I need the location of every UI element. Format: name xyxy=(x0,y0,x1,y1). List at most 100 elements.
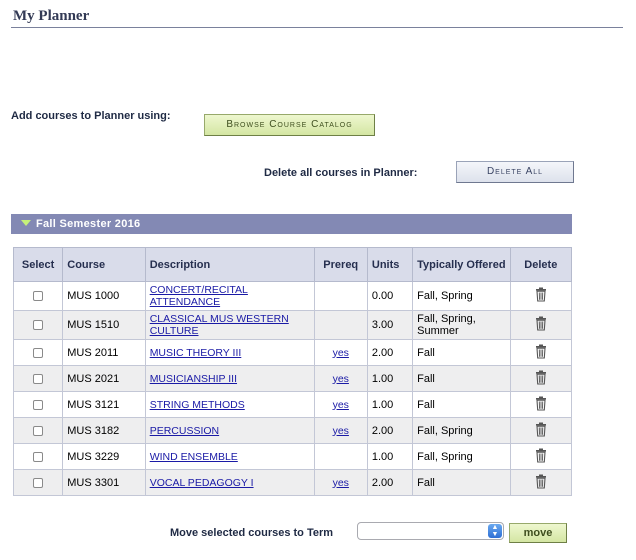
select-cell xyxy=(12,310,64,340)
typically-offered-value: Fall, Spring xyxy=(412,417,511,444)
select-checkbox[interactable] xyxy=(33,425,44,436)
course-description-link[interactable]: VOCAL PEDAGOGY I xyxy=(150,477,254,489)
triangle-down-icon[interactable] xyxy=(21,220,31,226)
table-header-row: Select Course Description Prereq Units T… xyxy=(12,247,573,282)
semester-header[interactable]: Fall Semester 2016 xyxy=(11,214,572,234)
course-description-link[interactable]: PERCUSSION xyxy=(150,425,219,437)
description-cell: MUSICIANSHIP III xyxy=(144,365,315,392)
delete-cell xyxy=(509,469,573,496)
typically-offered-value: Fall xyxy=(412,469,511,496)
header-prereq: Prereq xyxy=(313,247,368,282)
description-cell: WIND ENSEMBLE xyxy=(144,443,315,470)
typically-offered-value: Fall xyxy=(412,365,511,392)
description-cell: CONCERT/RECITAL ATTENDANCE xyxy=(144,281,315,311)
move-button[interactable]: move xyxy=(509,523,567,543)
select-checkbox[interactable] xyxy=(33,291,44,302)
term-select[interactable]: ▲ ▼ xyxy=(357,522,504,540)
units-value: 0.00 xyxy=(366,281,414,311)
header-course: Course xyxy=(62,247,146,282)
table-row: MUS 1000 CONCERT/RECITAL ATTENDANCE 0.00 Fa… xyxy=(12,281,573,311)
units-value: 1.00 xyxy=(366,443,414,470)
trash-icon[interactable] xyxy=(535,344,547,362)
typically-offered-value: Fall, Spring xyxy=(412,443,511,470)
prereq-link[interactable]: yes xyxy=(333,347,349,359)
header-description: Description xyxy=(144,247,315,282)
table-row: MUS 3182 PERCUSSION yes 2.00 Fall, Spring xyxy=(12,417,573,444)
course-description-link[interactable]: CLASSICAL MUS WESTERN CULTURE xyxy=(150,313,289,337)
prereq-link[interactable]: yes xyxy=(333,425,349,437)
course-code: MUS 3182 xyxy=(62,417,146,444)
course-code: MUS 3121 xyxy=(62,391,146,418)
trash-icon[interactable] xyxy=(535,474,547,492)
course-description-link[interactable]: WIND ENSEMBLE xyxy=(150,451,238,463)
delete-cell xyxy=(509,339,573,366)
description-cell: STRING METHODS xyxy=(144,391,315,418)
delete-all-button[interactable]: Delete All xyxy=(456,161,574,183)
typically-offered-value: Fall, Spring xyxy=(412,281,511,311)
prereq-cell xyxy=(313,443,368,470)
trash-icon[interactable] xyxy=(535,316,547,334)
select-cell xyxy=(12,417,64,444)
table-row: MUS 3301 VOCAL PEDAGOGY I yes 2.00 Fall xyxy=(12,469,573,496)
trash-icon[interactable] xyxy=(535,448,547,466)
select-checkbox[interactable] xyxy=(33,477,44,488)
select-cell xyxy=(12,339,64,366)
delete-cell xyxy=(509,310,573,340)
updown-arrows-icon[interactable]: ▲ ▼ xyxy=(488,524,502,538)
title-divider xyxy=(11,27,623,28)
description-cell: PERCUSSION xyxy=(144,417,315,444)
header-select: Select xyxy=(12,247,64,282)
table-row: MUS 3229 WIND ENSEMBLE 1.00 Fall, Spring xyxy=(12,443,573,470)
page-title: My Planner xyxy=(13,8,90,24)
move-courses-label: Move selected courses to Term xyxy=(170,527,334,539)
prereq-cell: yes xyxy=(313,339,368,366)
course-code: MUS 2021 xyxy=(62,365,146,392)
course-description-link[interactable]: CONCERT/RECITAL ATTENDANCE xyxy=(150,284,248,308)
select-checkbox[interactable] xyxy=(33,320,44,331)
select-cell xyxy=(12,365,64,392)
units-value: 1.00 xyxy=(366,365,414,392)
table-row: MUS 2021 MUSICIANSHIP III yes 1.00 Fall xyxy=(12,365,573,392)
select-cell xyxy=(12,443,64,470)
prereq-cell: yes xyxy=(313,365,368,392)
course-code: MUS 3229 xyxy=(62,443,146,470)
prereq-link[interactable]: yes xyxy=(333,399,349,411)
course-code: MUS 1510 xyxy=(62,310,146,340)
course-code: MUS 1000 xyxy=(62,281,146,311)
course-description-link[interactable]: MUSIC THEORY III xyxy=(150,347,242,359)
prereq-cell: yes xyxy=(313,417,368,444)
delete-cell xyxy=(509,417,573,444)
course-description-link[interactable]: MUSICIANSHIP III xyxy=(150,373,237,385)
delete-cell xyxy=(509,365,573,392)
units-value: 2.00 xyxy=(366,469,414,496)
select-cell xyxy=(12,469,64,496)
prereq-link[interactable]: yes xyxy=(333,373,349,385)
select-checkbox[interactable] xyxy=(33,347,44,358)
select-checkbox[interactable] xyxy=(33,451,44,462)
prereq-link[interactable]: yes xyxy=(333,477,349,489)
prereq-cell xyxy=(313,281,368,311)
typically-offered-value: Fall xyxy=(412,339,511,366)
browse-course-catalog-button[interactable]: Browse Course Catalog xyxy=(204,114,375,136)
select-cell xyxy=(12,391,64,418)
header-delete: Delete xyxy=(509,247,573,282)
course-description-link[interactable]: STRING METHODS xyxy=(150,399,245,411)
delete-all-label: Delete all courses in Planner: xyxy=(264,167,418,179)
table-row: MUS 3121 STRING METHODS yes 1.00 Fall xyxy=(12,391,573,418)
trash-icon[interactable] xyxy=(535,287,547,305)
units-value: 2.00 xyxy=(366,339,414,366)
select-checkbox[interactable] xyxy=(33,399,44,410)
add-courses-label: Add courses to Planner using: xyxy=(11,110,171,122)
select-cell xyxy=(12,281,64,311)
trash-icon[interactable] xyxy=(535,422,547,440)
table-row: MUS 2011 MUSIC THEORY III yes 2.00 Fall xyxy=(12,339,573,366)
prereq-cell: yes xyxy=(313,469,368,496)
prereq-cell xyxy=(313,310,368,340)
header-units: Units xyxy=(366,247,414,282)
trash-icon[interactable] xyxy=(535,396,547,414)
description-cell: CLASSICAL MUS WESTERN CULTURE xyxy=(144,310,315,340)
prereq-cell: yes xyxy=(313,391,368,418)
select-checkbox[interactable] xyxy=(33,373,44,384)
typically-offered-value: Fall, Spring, Summer xyxy=(412,310,511,340)
trash-icon[interactable] xyxy=(535,370,547,388)
